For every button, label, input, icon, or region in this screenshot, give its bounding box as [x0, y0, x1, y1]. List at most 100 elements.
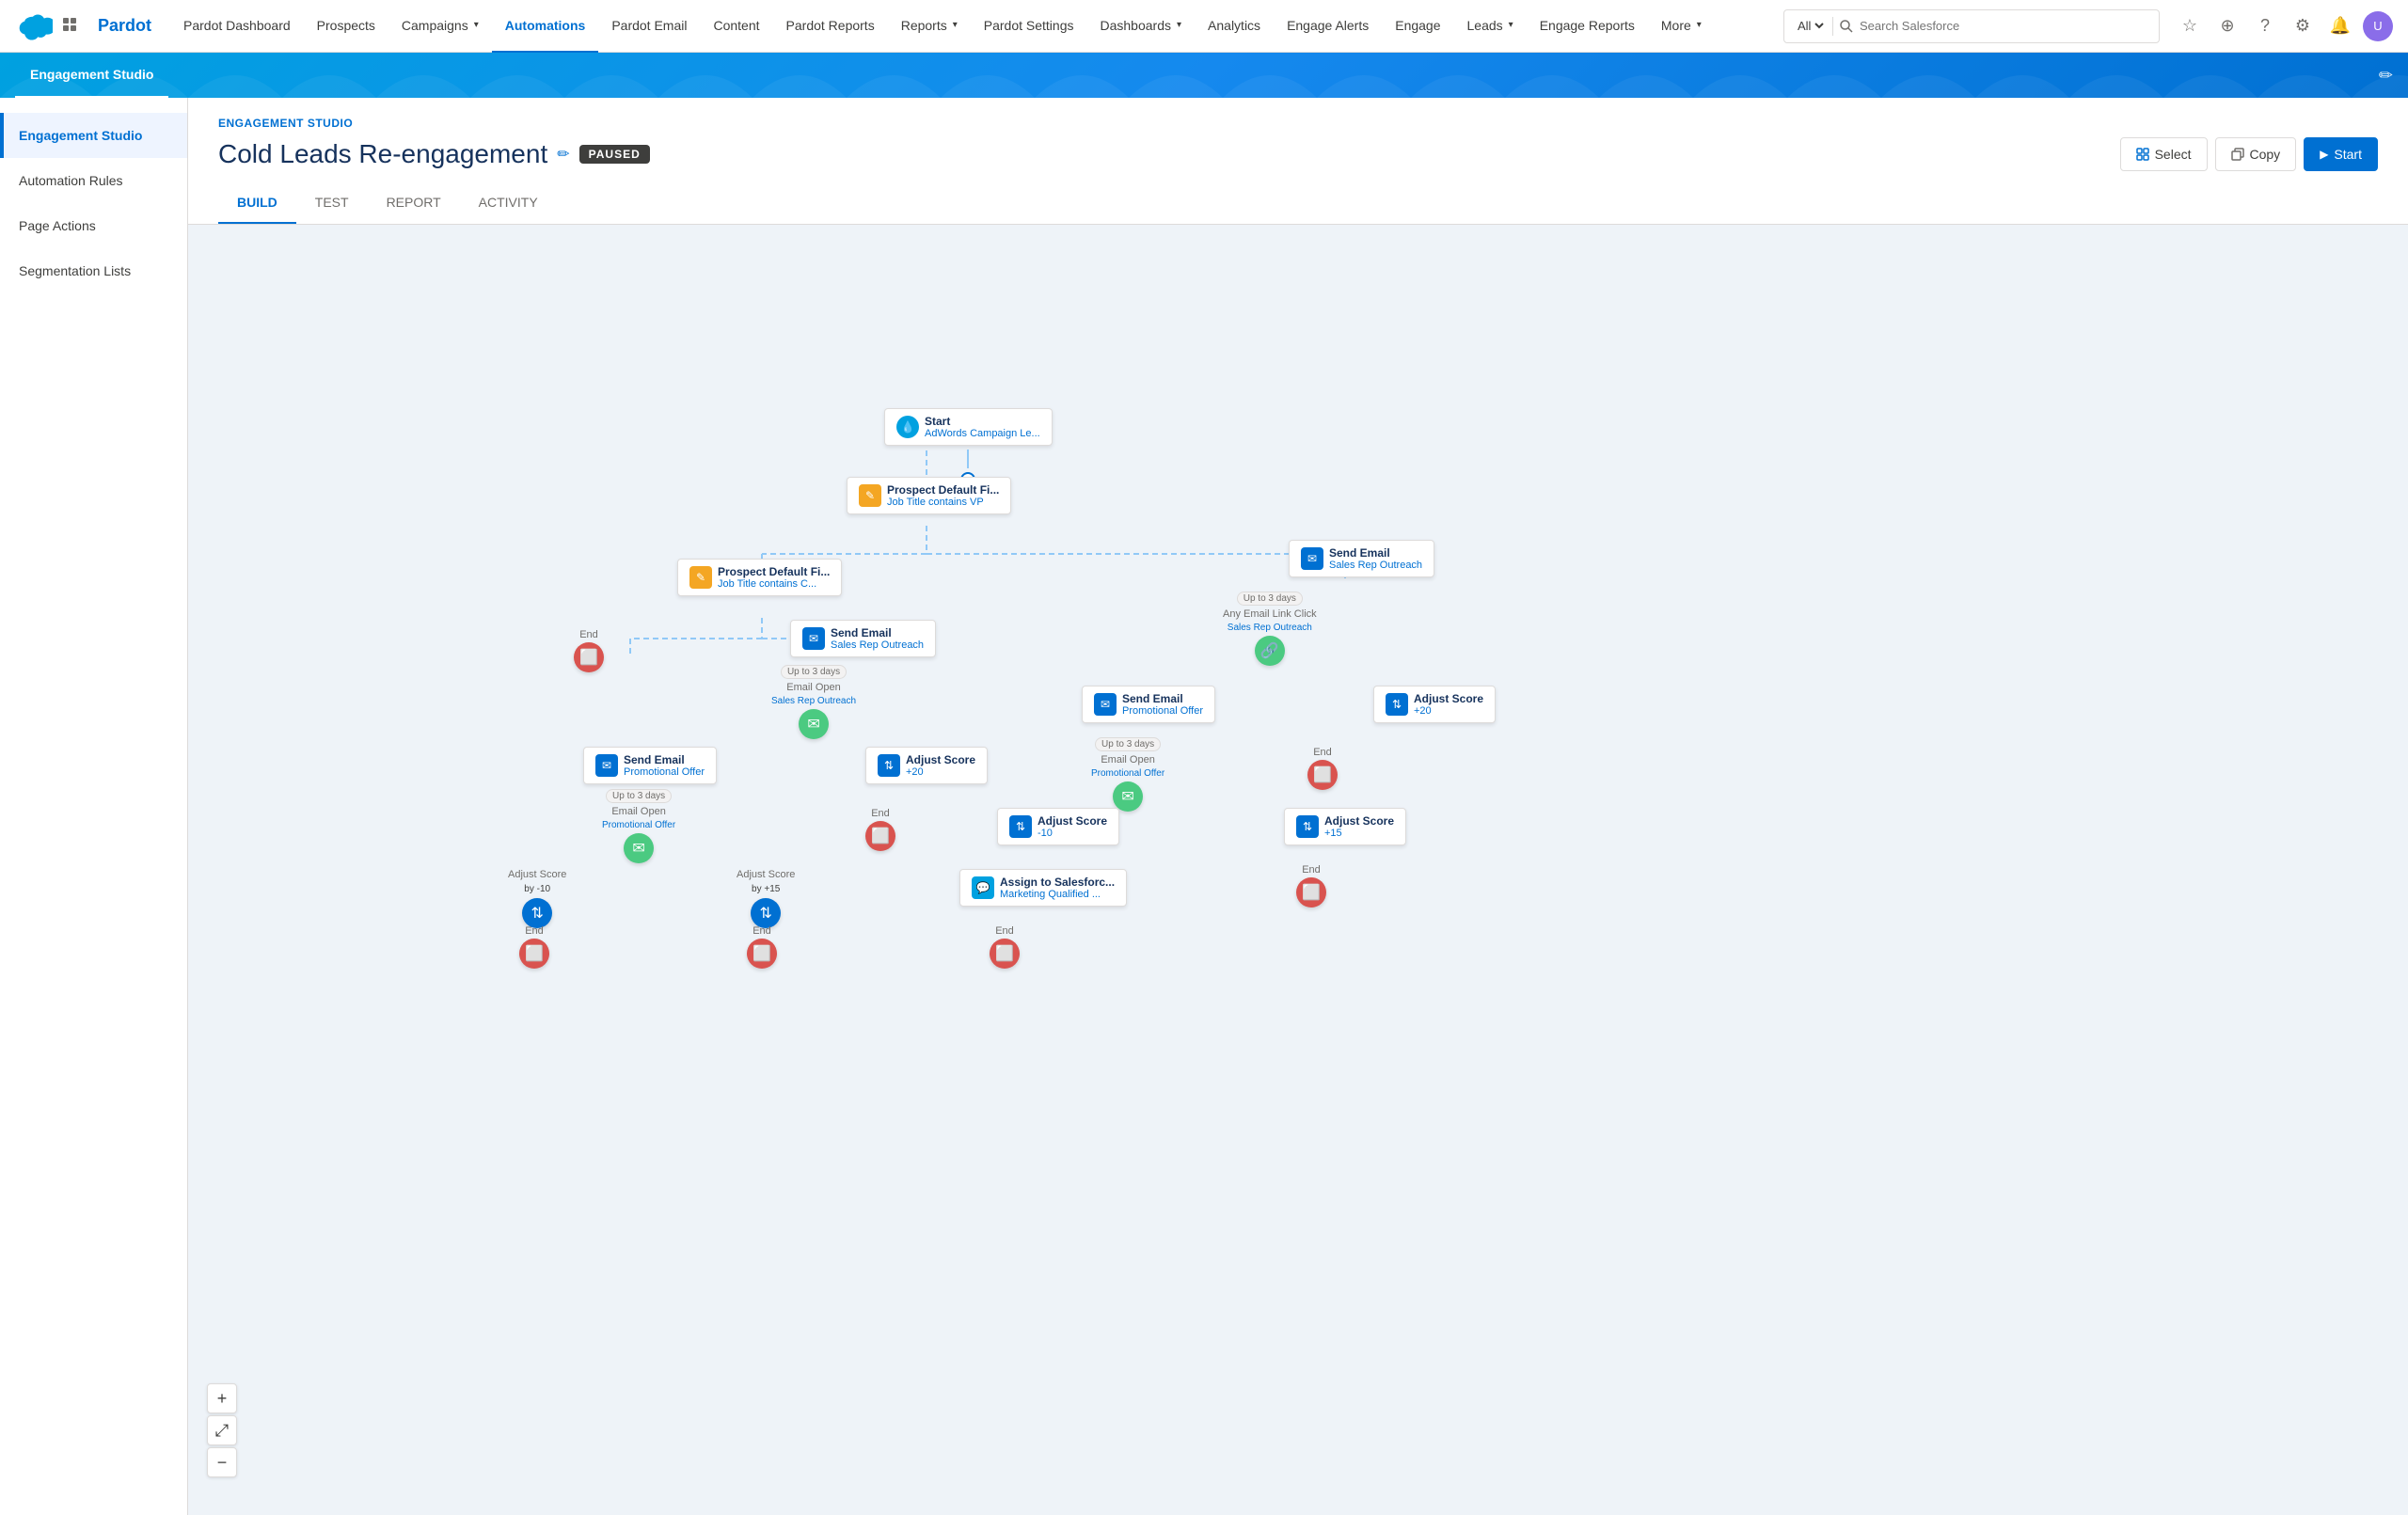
start-icon: 💧 — [896, 416, 919, 438]
any-email-link-click-node[interactable]: Up to 3 days Any Email Link Click Sales … — [1223, 592, 1317, 666]
nav-pardot-reports[interactable]: Pardot Reports — [773, 0, 888, 53]
nav-leads[interactable]: Leads — [1454, 0, 1527, 53]
adjust-score-6-node[interactable]: Adjust Score by +15 ⇅ — [737, 869, 795, 928]
assign-to-salesforce-node[interactable]: 💬 Assign to Salesforc... Marketing Quali… — [959, 869, 1127, 907]
sidebar: Engagement Studio Automation Rules Page … — [0, 98, 188, 1515]
zoom-in-button[interactable]: + — [207, 1383, 237, 1413]
prospect-default-fi-1-node[interactable]: ✎ Prospect Default Fi... Job Title conta… — [847, 477, 1011, 514]
nav-pardot-settings[interactable]: Pardot Settings — [971, 0, 1087, 53]
sidebar-item-engagement-studio[interactable]: Engagement Studio — [0, 113, 187, 158]
end-3-node[interactable]: End ⬜ — [1307, 747, 1338, 790]
settings-icon[interactable]: ⚙ — [2288, 11, 2318, 41]
content-area: ENGAGEMENT STUDIO Cold Leads Re-engageme… — [188, 98, 2408, 1515]
email-open-2-node[interactable]: Up to 3 days Email Open Promotional Offe… — [602, 789, 675, 863]
page-title: Cold Leads Re-engagement ✏ PAUSED — [218, 139, 650, 169]
send-email-1-node[interactable]: ✉ Send Email Sales Rep Outreach — [1289, 540, 1434, 577]
sidebar-item-page-actions[interactable]: Page Actions — [0, 203, 187, 248]
sec-nav-engagement-studio[interactable]: Engagement Studio — [15, 53, 168, 98]
adjust-score-3-node[interactable]: ⇅ Adjust Score -10 — [997, 808, 1119, 845]
top-navigation: Pardot Pardot Dashboard Prospects Campai… — [0, 0, 2408, 53]
start-node-title: Start — [925, 415, 1040, 428]
zoom-fit-button[interactable]: ⤢ — [207, 1415, 237, 1445]
favorites-icon[interactable]: ☆ — [2175, 11, 2205, 41]
page-header: ENGAGEMENT STUDIO Cold Leads Re-engageme… — [188, 98, 2408, 225]
send-email-4-node[interactable]: ✉ Send Email Promotional Offer — [1082, 686, 1215, 723]
salesforce-logo[interactable] — [15, 6, 56, 47]
tab-activity[interactable]: ACTIVITY — [460, 182, 557, 224]
end-2-circle: ⬜ — [865, 821, 895, 851]
tab-build[interactable]: BUILD — [218, 182, 296, 224]
copy-button[interactable]: Copy — [2215, 137, 2297, 171]
header-actions: Select Copy ▶ Start — [2120, 137, 2378, 171]
nav-more[interactable]: More — [1648, 0, 1715, 53]
filter-icon: ✎ — [859, 484, 881, 507]
notifications-icon[interactable]: 🔔 — [2325, 11, 2355, 41]
tab-report[interactable]: REPORT — [368, 182, 460, 224]
email-icon-3: ✉ — [595, 754, 618, 777]
zoom-controls: + ⤢ − — [207, 1383, 237, 1477]
prospect-default-fi-2-node[interactable]: ✎ Prospect Default Fi... Job Title conta… — [677, 559, 842, 596]
select-icon — [2136, 148, 2149, 161]
select-button[interactable]: Select — [2120, 137, 2208, 171]
nav-pardot-dashboard[interactable]: Pardot Dashboard — [170, 0, 304, 53]
edit-button[interactable]: ✏ — [2379, 66, 2393, 86]
adjust-score-1-node[interactable]: ⇅ Adjust Score +20 — [1373, 686, 1496, 723]
adjust-score-5-circle: ⇅ — [522, 898, 552, 928]
adjust-score-2-node[interactable]: ⇅ Adjust Score +20 — [865, 747, 988, 784]
nav-reports[interactable]: Reports — [888, 0, 971, 53]
primary-nav-items: Pardot Dashboard Prospects Campaigns Aut… — [170, 0, 1768, 53]
search-scope-select[interactable]: All — [1794, 18, 1827, 34]
end-1-node[interactable]: End ⬜ — [574, 629, 604, 672]
email-open-3-node[interactable]: Up to 3 days Email Open Promotional Offe… — [1091, 737, 1164, 812]
nav-campaigns[interactable]: Campaigns — [388, 0, 492, 53]
page-title-row: Cold Leads Re-engagement ✏ PAUSED Select… — [218, 137, 2378, 171]
status-badge: PAUSED — [579, 145, 650, 164]
zoom-out-button[interactable]: − — [207, 1447, 237, 1477]
email-open-1-node[interactable]: Up to 3 days Email Open Sales Rep Outrea… — [771, 665, 856, 739]
app-grid-icon[interactable] — [56, 11, 87, 41]
timing-label-1: Up to 3 days — [781, 665, 847, 679]
nav-engage-reports[interactable]: Engage Reports — [1527, 0, 1648, 53]
nav-automations[interactable]: Automations — [492, 0, 599, 53]
nav-content[interactable]: Content — [700, 0, 772, 53]
canvas-inner: 💧 Start AdWords Campaign Le... + — [188, 225, 2408, 1515]
end-4-node[interactable]: End ⬜ — [519, 925, 549, 969]
sidebar-item-automation-rules[interactable]: Automation Rules — [0, 158, 187, 203]
salesforce-assign-icon: 💬 — [972, 876, 994, 899]
tab-test[interactable]: TEST — [296, 182, 368, 224]
nav-engage[interactable]: Engage — [1382, 0, 1453, 53]
nav-engage-alerts[interactable]: Engage Alerts — [1274, 0, 1382, 53]
nav-prospects[interactable]: Prospects — [304, 0, 388, 53]
start-node[interactable]: 💧 Start AdWords Campaign Le... + — [884, 408, 1053, 487]
send-email-3-node[interactable]: ✉ Send Email Promotional Offer — [583, 747, 717, 784]
start-node-subtitle: AdWords Campaign Le... — [925, 428, 1040, 439]
sidebar-item-segmentation-lists[interactable]: Segmentation Lists — [0, 248, 187, 293]
end-7-node[interactable]: End ⬜ — [1296, 864, 1326, 907]
email-icon-4: ✉ — [1094, 693, 1117, 716]
nav-right-actions: ☆ ⊕ ? ⚙ 🔔 U — [2175, 11, 2393, 41]
email-link-click-circle: 🔗 — [1255, 636, 1285, 666]
email-open-1-circle: ✉ — [799, 709, 829, 739]
end-6-node[interactable]: End ⬜ — [990, 925, 1020, 969]
user-avatar[interactable]: U — [2363, 11, 2393, 41]
flow-container: 💧 Start AdWords Campaign Le... + — [188, 225, 2408, 1515]
end-2-node[interactable]: End ⬜ — [865, 808, 895, 851]
nav-pardot-email[interactable]: Pardot Email — [598, 0, 700, 53]
end-5-circle: ⬜ — [747, 939, 777, 969]
search-input[interactable] — [1860, 19, 2149, 33]
start-button[interactable]: ▶ Start — [2304, 137, 2378, 171]
title-edit-icon[interactable]: ✏ — [557, 145, 569, 164]
search-divider — [1832, 17, 1833, 36]
copy-icon — [2231, 148, 2244, 161]
score-icon-2: ⇅ — [878, 754, 900, 777]
timing-label-any-click: Up to 3 days — [1237, 592, 1303, 606]
help-icon[interactable]: ? — [2250, 11, 2280, 41]
nav-analytics[interactable]: Analytics — [1195, 0, 1274, 53]
add-icon[interactable]: ⊕ — [2212, 11, 2242, 41]
app-name[interactable]: Pardot — [98, 16, 151, 36]
nav-dashboards[interactable]: Dashboards — [1087, 0, 1196, 53]
adjust-score-4-node[interactable]: ⇅ Adjust Score +15 — [1284, 808, 1406, 845]
adjust-score-5-node[interactable]: Adjust Score by -10 ⇅ — [508, 869, 566, 928]
end-5-node[interactable]: End ⬜ — [747, 925, 777, 969]
send-email-2-node[interactable]: ✉ Send Email Sales Rep Outreach — [790, 620, 936, 657]
